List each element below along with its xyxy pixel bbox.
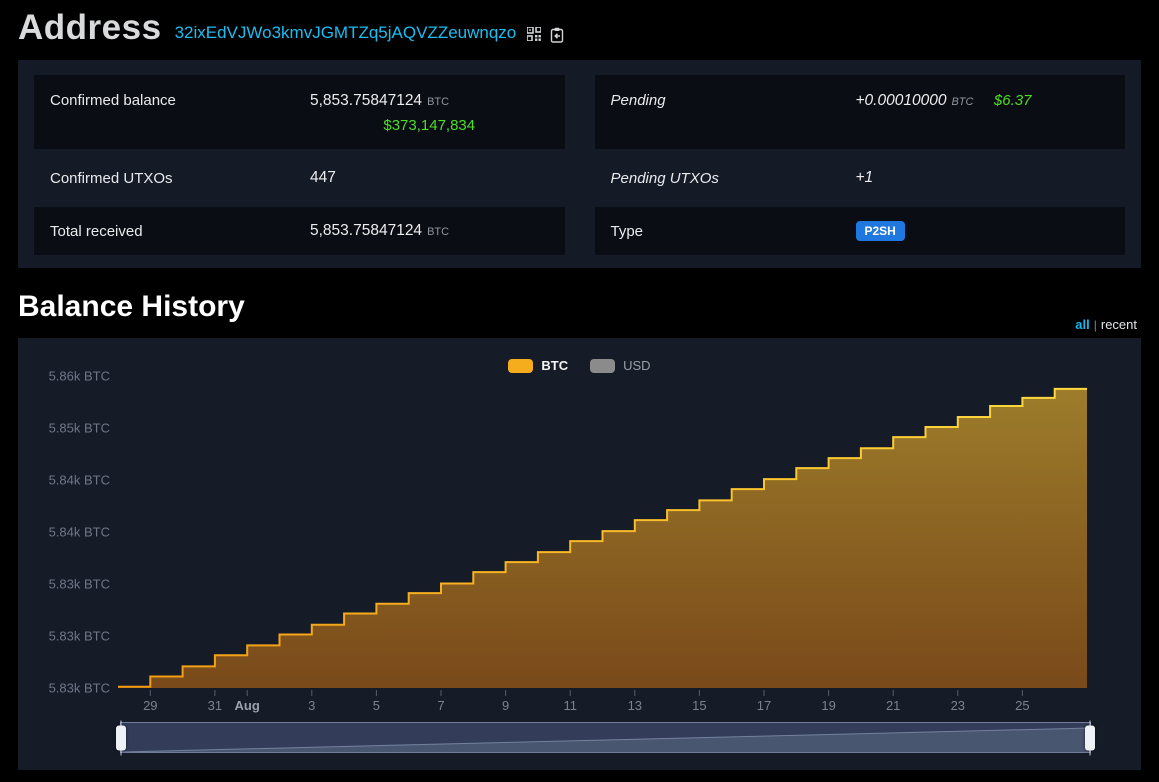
header-icons: [527, 26, 564, 43]
confirmed-utxos-row: Confirmed UTXOs 447: [34, 154, 565, 202]
chart-datazoom-slider[interactable]: [116, 722, 1095, 753]
y-axis-label: 5.85k BTC: [49, 421, 110, 436]
x-axis-label: 11: [563, 698, 577, 713]
y-axis-label: 5.84k BTC: [49, 525, 110, 540]
btc-legend-label: BTC: [541, 358, 569, 373]
total-received-value: 5,853.75847124: [310, 222, 423, 239]
datazoom-right-handle[interactable]: [1085, 725, 1095, 750]
chart-legend: BTC USD: [18, 358, 1141, 373]
datazoom-data-shadow: [121, 727, 1090, 752]
x-axis-label: 23: [951, 698, 965, 713]
balance-history-chart[interactable]: 5.86k BTC5.85k BTC5.84k BTC5.84k BTC5.83…: [18, 338, 1141, 770]
confirmed-utxos-label: Confirmed UTXOs: [50, 169, 173, 187]
pending-utxos-label: Pending UTXOs: [610, 169, 719, 187]
pending-usd: $6.37: [993, 92, 1032, 109]
confirmed-balance-label: Confirmed balance: [50, 92, 176, 109]
pending-utxos-row: Pending UTXOs +1: [595, 154, 1126, 202]
y-axis-label: 5.84k BTC: [49, 473, 110, 488]
datazoom-left-handle[interactable]: [116, 725, 126, 750]
total-received-row: Total received 5,853.75847124 BTC: [34, 207, 565, 255]
pending-row: Pending +0.00010000 BTC $6.37: [594, 75, 1125, 149]
address-page: Address 32ixEdVJWo3kmvJGMTZq5jAQVZZeuwnq…: [0, 0, 1159, 782]
btc-unit: BTC: [427, 96, 450, 108]
btc-unit: BTC: [951, 96, 974, 108]
balance-history-chart-panel: BTC USD 5.86k BTC 5.85k BTC 5.84k BTC 5.84k…: [18, 338, 1141, 770]
x-axis-label: 17: [757, 698, 771, 713]
btc-unit: BTC: [427, 226, 450, 238]
x-axis-label: 19: [821, 698, 835, 713]
x-axis-label: 13: [628, 698, 642, 713]
btc-legend-swatch-icon: [508, 358, 534, 373]
pending-utxos-value: +1: [855, 169, 874, 186]
usd-legend-label: USD: [623, 358, 651, 373]
range-link-recent[interactable]: recent: [1101, 317, 1137, 332]
legend-item-btc[interactable]: BTC: [508, 358, 568, 373]
x-axis-label: Aug: [235, 698, 260, 713]
legend-item-usd[interactable]: USD: [590, 358, 651, 373]
confirmed-balance-usd: $373,147,834: [383, 117, 476, 134]
x-axis-label: 7: [437, 698, 444, 713]
confirmed-utxos-value: 447: [310, 169, 336, 186]
address-type-badge: P2SH: [855, 221, 905, 241]
x-axis-label: 29: [143, 698, 157, 713]
page-header: Address 32ixEdVJWo3kmvJGMTZq5jAQVZZeuwnq…: [18, 8, 564, 48]
page-title: Address: [18, 8, 162, 47]
x-axis-label: 31: [208, 698, 222, 713]
address-value-link[interactable]: 32ixEdVJWo3kmvJGMTZq5jAQVZZeuwnqzo: [175, 23, 517, 43]
pending-label: Pending: [610, 92, 666, 109]
confirmed-balance-value-block: 5,853.75847124 BTC $373,147,834: [310, 92, 549, 134]
y-axis-label: 5.83k BTC: [49, 629, 110, 644]
x-axis-label: 25: [1015, 698, 1029, 713]
range-link-separator: |: [1093, 318, 1097, 332]
summary-right-column: Pending +0.00010000 BTC $6.37 Pending UTX…: [594, 75, 1126, 255]
x-axis-label: 5: [373, 698, 380, 713]
address-summary-panel: Confirmed balance 5,853.75847124 BTC $373…: [18, 60, 1141, 268]
type-row: Type P2SH: [594, 207, 1125, 255]
x-axis-label: 9: [502, 698, 509, 713]
copy-to-clipboard-icon[interactable]: [550, 27, 564, 43]
balance-history-title: Balance History: [18, 290, 245, 323]
qr-code-icon[interactable]: [527, 26, 542, 42]
x-axis-label: 3: [308, 698, 315, 713]
y-axis-label: 5.83k BTC: [49, 681, 110, 696]
confirmed-balance-value: 5,853.75847124: [310, 92, 423, 109]
x-axis-label: 21: [886, 698, 900, 713]
range-link-all[interactable]: all: [1075, 317, 1089, 332]
y-axis-label: 5.83k BTC: [49, 577, 110, 592]
usd-legend-swatch-icon: [590, 358, 616, 373]
summary-left-column: Confirmed balance 5,853.75847124 BTC $373…: [34, 75, 565, 255]
chart-range-links: all | recent: [1075, 317, 1137, 332]
total-received-label: Total received: [50, 222, 143, 240]
x-axis-label: 15: [692, 698, 706, 713]
confirmed-balance-row: Confirmed balance 5,853.75847124 BTC $373…: [34, 75, 565, 149]
type-label: Type: [610, 222, 644, 240]
pending-value: +0.00010000: [855, 92, 947, 109]
